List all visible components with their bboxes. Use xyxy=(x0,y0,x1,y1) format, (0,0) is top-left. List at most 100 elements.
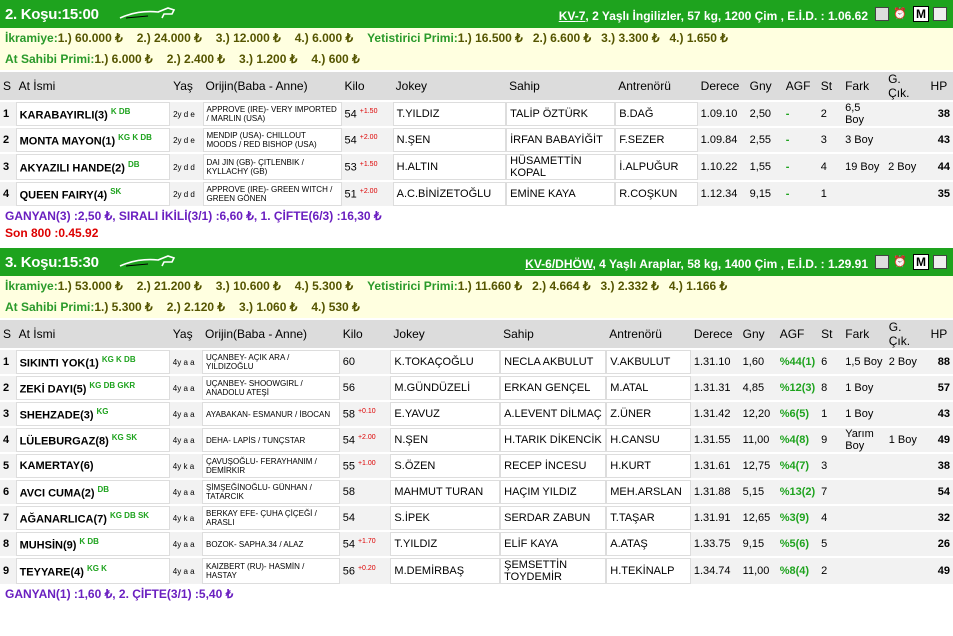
column-header: Jokey xyxy=(392,72,507,100)
owner-cell[interactable]: NECLA AKBULUT xyxy=(500,350,607,374)
odds-cell: 4,85 xyxy=(739,376,777,400)
owner-cell[interactable]: HÜSAMETTİN KOPAL xyxy=(506,154,616,180)
margin-cell xyxy=(842,532,886,556)
start-cell: 8 xyxy=(818,376,843,400)
horse-name-cell[interactable]: AVCI CUMA(2) DB xyxy=(15,480,170,504)
owner-cell[interactable]: ŞEMSETTİN TOYDEMİR xyxy=(500,558,607,584)
sahip-primi-label: At Sahibi Primi: xyxy=(5,52,95,66)
trainer-cell[interactable]: R.COŞKUN xyxy=(615,182,698,206)
owner-cell[interactable]: A.LEVENT DİLMAÇ xyxy=(500,402,607,426)
prize-value: 2.) 21.200 ₺ xyxy=(136,279,202,293)
m-icon[interactable]: M xyxy=(913,6,929,22)
column-header: Sahip xyxy=(506,72,616,100)
jockey-cell[interactable]: M.GÜNDÜZELİ xyxy=(390,376,501,400)
late-margin-cell xyxy=(885,402,928,426)
owner-cell[interactable]: ERKAN GENÇEL xyxy=(500,376,607,400)
time-cell: 1.31.31 xyxy=(690,376,740,400)
agf-cell: %44(1) xyxy=(776,350,819,374)
trainer-cell[interactable]: İ.ALPUĞUR xyxy=(615,154,698,180)
horse-name-cell[interactable]: QUEEN FAIRY(4) SK xyxy=(15,182,171,206)
jockey-cell[interactable]: A.C.BİNİZETOĞLU xyxy=(392,182,507,206)
trainer-cell[interactable]: H.CANSU xyxy=(606,428,691,452)
column-header: Derece xyxy=(697,72,747,100)
stop-icon[interactable] xyxy=(875,7,889,21)
jockey-cell[interactable]: K.TOKAÇOĞLU xyxy=(390,350,501,374)
printer-icon[interactable] xyxy=(933,7,947,21)
horse-name-cell[interactable]: AKYAZILI HANDE(2) DB xyxy=(15,154,171,180)
column-header: Gny xyxy=(746,72,783,100)
horse-name-cell[interactable]: SHEHZADE(3) KG xyxy=(15,402,170,426)
race-class-link[interactable]: KV-7 xyxy=(559,9,586,23)
trainer-cell[interactable]: MEH.ARSLAN xyxy=(606,480,691,504)
age-cell: 4y a a xyxy=(169,350,202,374)
hp-cell: 49 xyxy=(927,558,953,584)
horse-name-cell[interactable]: LÜLEBURGAZ(8) KG SK xyxy=(15,428,170,452)
alarm-icon[interactable]: ⏰ xyxy=(893,7,909,21)
horse-name-cell[interactable]: MONTA MAYON(1) KG K DB xyxy=(15,128,171,152)
jockey-cell[interactable]: S.İPEK xyxy=(390,506,501,530)
owner-cell[interactable]: RECEP İNCESU xyxy=(500,454,607,478)
owner-cell[interactable]: EMİNE KAYA xyxy=(506,182,616,206)
trainer-cell[interactable]: B.DAĞ xyxy=(615,102,698,126)
odds-cell: 5,15 xyxy=(739,480,777,504)
position-cell: 4 xyxy=(0,428,16,452)
column-header: Sahip xyxy=(500,320,607,348)
jockey-cell[interactable]: MAHMUT TURAN xyxy=(390,480,501,504)
odds-cell: 1,60 xyxy=(739,350,777,374)
jockey-cell[interactable]: M.DEMİRBAŞ xyxy=(390,558,501,584)
odds-cell: 2,55 xyxy=(746,128,783,152)
stop-icon[interactable] xyxy=(875,255,889,269)
jockey-cell[interactable]: E.YAVUZ xyxy=(390,402,501,426)
jockey-cell[interactable]: N.ŞEN xyxy=(392,128,507,152)
prize-value: 2.) 6.600 ₺ xyxy=(532,31,592,45)
weight-cell: 54 +2.00 xyxy=(339,428,391,452)
horse-name-cell[interactable]: AĞANARLICA(7) KG DB SK xyxy=(15,506,170,530)
trainer-cell[interactable]: Z.ÜNER xyxy=(606,402,691,426)
m-icon[interactable]: M xyxy=(913,254,929,270)
weight-cell: 53 +1.50 xyxy=(341,154,393,180)
prize-value: 3.) 12.000 ₺ xyxy=(215,31,281,45)
owner-cell[interactable]: TALİP ÖZTÜRK xyxy=(506,102,616,126)
start-cell: 2 xyxy=(818,558,843,584)
trainer-cell[interactable]: F.SEZER xyxy=(615,128,698,152)
trainer-cell[interactable]: H.TEKİNALP xyxy=(606,558,691,584)
trainer-cell[interactable]: A.ATAŞ xyxy=(606,532,691,556)
trainer-cell[interactable]: T.TAŞAR xyxy=(606,506,691,530)
late-margin-cell xyxy=(885,558,928,584)
trainer-cell[interactable]: V.AKBULUT xyxy=(606,350,691,374)
late-margin-cell xyxy=(885,102,928,126)
owner-cell[interactable]: SERDAR ZABUN xyxy=(500,506,607,530)
jockey-cell[interactable]: N.ŞEN xyxy=(390,428,501,452)
jockey-cell[interactable]: T.YILDIZ xyxy=(390,532,501,556)
horse-name-cell[interactable]: KARABAYIRLI(3) K DB xyxy=(15,102,171,126)
horse-name-cell[interactable]: KAMERTAY(6) xyxy=(15,454,170,478)
start-cell: 7 xyxy=(818,480,843,504)
column-header: Derece xyxy=(690,320,740,348)
horse-name-cell[interactable]: SIKINTI YOK(1) KG K DB xyxy=(15,350,170,374)
agf-cell: %5(6) xyxy=(776,532,819,556)
time-cell: 1.31.42 xyxy=(690,402,740,426)
jockey-cell[interactable]: T.YILDIZ xyxy=(392,102,507,126)
time-cell: 1.12.34 xyxy=(697,182,747,206)
jockey-cell[interactable]: S.ÖZEN xyxy=(390,454,501,478)
owner-cell[interactable]: ELİF KAYA xyxy=(500,532,607,556)
position-cell: 4 xyxy=(0,182,16,206)
alarm-icon[interactable]: ⏰ xyxy=(893,255,909,269)
hp-cell: 49 xyxy=(927,428,953,452)
owner-cell[interactable]: H.TARIK DİKENCİK xyxy=(500,428,607,452)
horse-name-cell[interactable]: ZEKİ DAYI(5) KG DB GKR xyxy=(15,376,170,400)
weight-extra: +1.00 xyxy=(357,459,376,467)
jockey-cell[interactable]: H.ALTIN xyxy=(392,154,507,180)
trainer-cell[interactable]: M.ATAL xyxy=(606,376,691,400)
owner-cell[interactable]: İRFAN BABAYİĞİT xyxy=(506,128,616,152)
owner-cell[interactable]: HAÇIM YILDIZ xyxy=(500,480,607,504)
horse-name-cell[interactable]: MUHSİN(9) K DB xyxy=(15,532,170,556)
column-header: Jokey xyxy=(390,320,501,348)
printer-icon[interactable] xyxy=(933,255,947,269)
agf-cell: %3(9) xyxy=(776,506,819,530)
horse-name-cell[interactable]: TEYYARE(4) KG K xyxy=(15,558,170,584)
table-row: 8 MUHSİN(9) K DB 4y a a BOZOK- SAPHA.34 / AL… xyxy=(0,532,953,556)
race-class-link[interactable]: KV-6/DHÖW xyxy=(525,257,592,271)
trainer-cell[interactable]: H.KURT xyxy=(606,454,691,478)
odds-cell: 11,00 xyxy=(739,428,777,452)
